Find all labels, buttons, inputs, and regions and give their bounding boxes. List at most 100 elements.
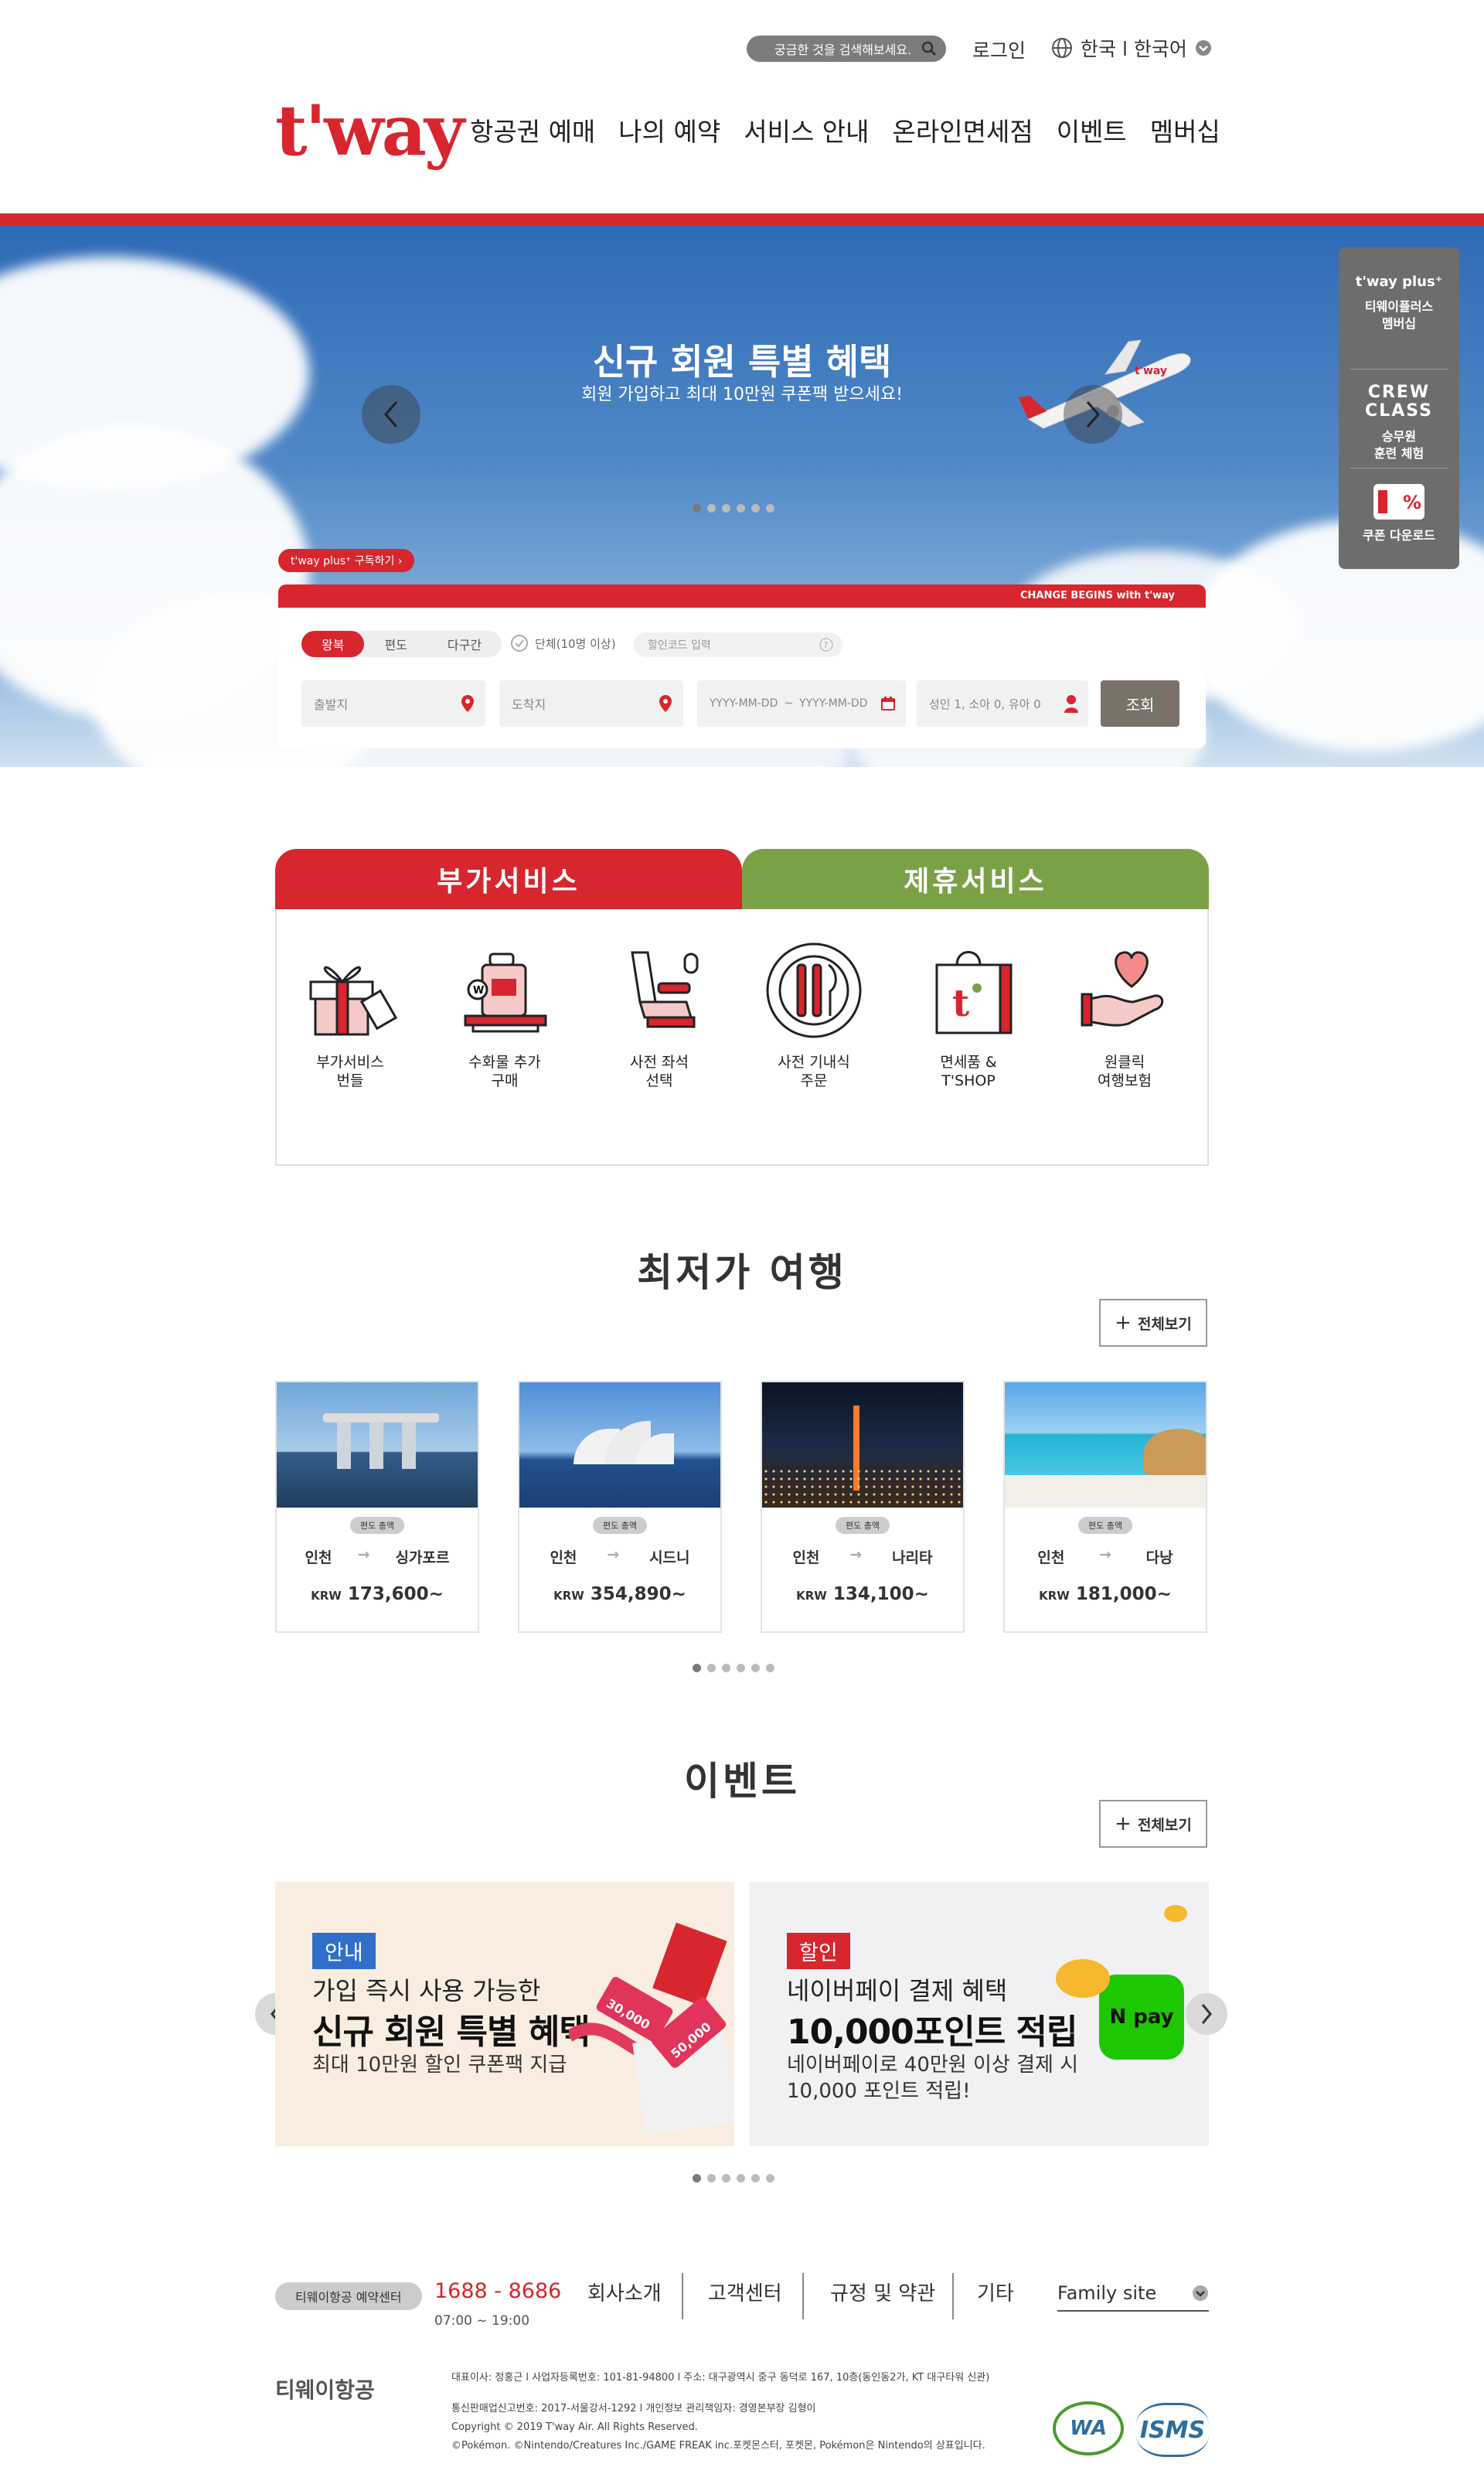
departure-field[interactable]: 출발지 — [301, 680, 485, 727]
danang-photo — [1005, 1382, 1206, 1508]
search-placeholder: 궁금한 것을 검색해보세요. — [774, 43, 912, 57]
nav-booking[interactable]: 항공권 예매 — [470, 111, 595, 148]
event-badge: 안내 — [312, 1933, 376, 1969]
pagination-dot[interactable] — [766, 2174, 774, 2183]
pagination-dot[interactable] — [751, 504, 760, 513]
plane-livery: t'way — [1135, 365, 1167, 377]
pagination-dot[interactable] — [693, 504, 701, 513]
deal-card-narita[interactable]: 편도 총액 인천 → 나리타 KRW 134,100~ — [761, 1381, 965, 1633]
service-item-baggage[interactable]: W 수화물 추가 구매 — [431, 940, 578, 1090]
tway-plus-subscribe-badge[interactable]: t'way plus⁺ 구독하기 › — [278, 549, 415, 572]
footer-link-terms[interactable]: 규정 및 약관 — [830, 2278, 935, 2306]
hero-next-button[interactable] — [1064, 385, 1122, 444]
currency-label: KRW — [311, 1589, 342, 1603]
service-label: 사전 좌석 선택 — [630, 1054, 689, 1089]
deal-route: 인천 → 시드니 — [519, 1546, 720, 1567]
check-circle-icon — [511, 635, 528, 652]
pagination-dot[interactable] — [707, 504, 716, 513]
deal-price: KRW 134,100~ — [762, 1584, 963, 1604]
hero-prev-button[interactable] — [362, 385, 420, 444]
booking-banner: CHANGE BEGINS with t'way — [278, 584, 1206, 608]
nav-duty-free[interactable]: 온라인면세점 — [893, 111, 1033, 148]
group-checkbox[interactable]: 단체(10명 이상) — [510, 634, 616, 653]
service-item-seat[interactable]: 사전 좌석 선택 — [586, 940, 733, 1090]
footer-link-company[interactable]: 회사소개 — [587, 2278, 662, 2306]
service-item-bundle[interactable]: 부가서비스 번들 — [277, 940, 424, 1090]
help-icon[interactable]: ? — [819, 638, 833, 652]
quick-coupon-download[interactable]: % 쿠폰 다운로드 — [1350, 469, 1448, 567]
gift-box-illustration: 30,000 50,000 — [569, 1922, 734, 2135]
tab-extra-services[interactable]: 부가서비스 — [275, 849, 742, 909]
tab-round-trip[interactable]: 왕복 — [301, 631, 365, 657]
pagination-dot[interactable] — [722, 2174, 730, 2183]
date-separator: ~ — [784, 697, 794, 710]
tokyo-photo — [762, 1382, 963, 1508]
quick-plus-membership[interactable]: t'way plus⁺ 티웨이플러스 멤버십 — [1350, 271, 1448, 370]
footer-divider — [952, 2273, 954, 2319]
language-selector[interactable]: 한국 l 한국어 — [1051, 34, 1212, 62]
pagination-dot[interactable] — [751, 2174, 760, 2183]
chevron-right-icon — [1086, 401, 1100, 428]
events-next-button[interactable] — [1186, 1993, 1227, 2035]
quick-plus-label: 티웨이플러스 멤버십 — [1364, 299, 1434, 331]
search-input[interactable]: 궁금한 것을 검색해보세요. — [747, 36, 946, 62]
service-label: 수화물 추가 구매 — [468, 1054, 541, 1089]
footer-divider — [802, 2273, 804, 2319]
service-item-meal[interactable]: 사전 기내식 주문 — [740, 940, 887, 1090]
pagination-dot[interactable] — [737, 504, 745, 513]
deals-pagination[interactable] — [693, 1664, 774, 1672]
pagination-dot[interactable] — [707, 1664, 716, 1672]
arrival-field[interactable]: 도착지 — [499, 680, 683, 727]
events-view-all-button[interactable]: + 전체보기 — [1099, 1800, 1207, 1848]
event-line1: 가입 즉시 사용 가능한 — [312, 1976, 541, 2005]
nav-service-info[interactable]: 서비스 안내 — [744, 111, 869, 148]
events-pagination[interactable] — [693, 2174, 774, 2183]
family-site-select[interactable]: Family site — [1057, 2276, 1209, 2312]
tab-one-way[interactable]: 편도 — [364, 631, 427, 657]
pagination-dot[interactable] — [693, 1664, 701, 1672]
wa-cert-mark: WA — [1053, 2401, 1124, 2455]
pagination-dot[interactable] — [722, 1664, 730, 1672]
pagination-dot[interactable] — [737, 2174, 745, 2183]
tway-logo[interactable]: t'way — [275, 90, 465, 172]
footer-link-etc[interactable]: 기타 — [977, 2278, 1014, 2306]
nav-my-reservation[interactable]: 나의 예약 — [618, 111, 720, 148]
passenger-field[interactable]: 성인 1, 소아 0, 유아 0 — [917, 680, 1088, 727]
pagination-dot[interactable] — [722, 504, 730, 513]
service-item-duty-free[interactable]: t 면세품 & T'SHOP — [895, 940, 1042, 1090]
pagination-dot[interactable] — [751, 1664, 760, 1672]
deals-view-all-button[interactable]: + 전체보기 — [1099, 1299, 1207, 1347]
pagination-dot[interactable] — [766, 1664, 774, 1672]
search-icon[interactable] — [921, 41, 937, 60]
footer-link-customer-center[interactable]: 고객센터 — [708, 2278, 782, 2306]
date-range-field[interactable]: YYYY-MM-DD ~ YYYY-MM-DD — [697, 680, 906, 727]
nav-events[interactable]: 이벤트 — [1057, 111, 1127, 148]
promo-placeholder: 할인코드 입력 — [648, 639, 711, 652]
coin-decoration — [1056, 1959, 1110, 1998]
search-flights-button[interactable]: 조회 — [1101, 680, 1179, 727]
deal-card-sydney[interactable]: 편도 총액 인천 → 시드니 KRW 354,890~ — [518, 1381, 722, 1633]
deal-card-singapore[interactable]: 편도 총액 인천 → 싱가포르 KRW 173,600~ — [275, 1381, 479, 1633]
deal-destination: 싱가포르 — [395, 1549, 450, 1566]
plus-icon: + — [1115, 1311, 1132, 1334]
hero-pagination[interactable] — [693, 504, 774, 513]
pagination-dot[interactable] — [707, 2174, 716, 2183]
login-link[interactable]: 로그인 — [972, 36, 1026, 63]
pagination-dot[interactable] — [693, 2174, 701, 2183]
service-list: 부가서비스 번들 W 수화물 추가 구매 사전 좌석 선택 사전 기내식 주문 … — [275, 909, 1209, 1166]
nav-membership[interactable]: 멤버십 — [1150, 111, 1220, 148]
reservation-phone[interactable]: 1688 - 8686 — [434, 2279, 561, 2303]
quick-crew-class[interactable]: CREW CLASS 승무원 훈련 체험 — [1350, 370, 1448, 469]
service-item-insurance[interactable]: 원클릭 여행보험 — [1051, 940, 1198, 1090]
event-card-new-member[interactable]: 안내 가입 즉시 사용 가능한 신규 회원 특별 혜택 최대 10만원 할인 쿠… — [275, 1882, 734, 2146]
event-line2: 신규 회원 특별 혜택 — [312, 2012, 591, 2052]
promo-code-input[interactable]: 할인코드 입력 ? — [634, 632, 842, 657]
event-card-naver-pay[interactable]: 할인 네이버페이 결제 혜택 10,000포인트 적립 네이버페이로 40만원 … — [750, 1882, 1209, 2146]
tab-multi-city[interactable]: 다구간 — [427, 631, 502, 657]
pagination-dot[interactable] — [737, 1664, 745, 1672]
pagination-dot[interactable] — [766, 504, 774, 513]
hero-subtitle: 회원 가입하고 최대 10만원 쿠폰팩 받으세요! — [581, 385, 903, 404]
deal-card-danang[interactable]: 편도 총액 인천 → 다낭 KRW 181,000~ — [1003, 1381, 1207, 1633]
tab-partner-services[interactable]: 제휴서비스 — [742, 849, 1209, 909]
arrow-right-icon: → — [849, 1546, 863, 1563]
